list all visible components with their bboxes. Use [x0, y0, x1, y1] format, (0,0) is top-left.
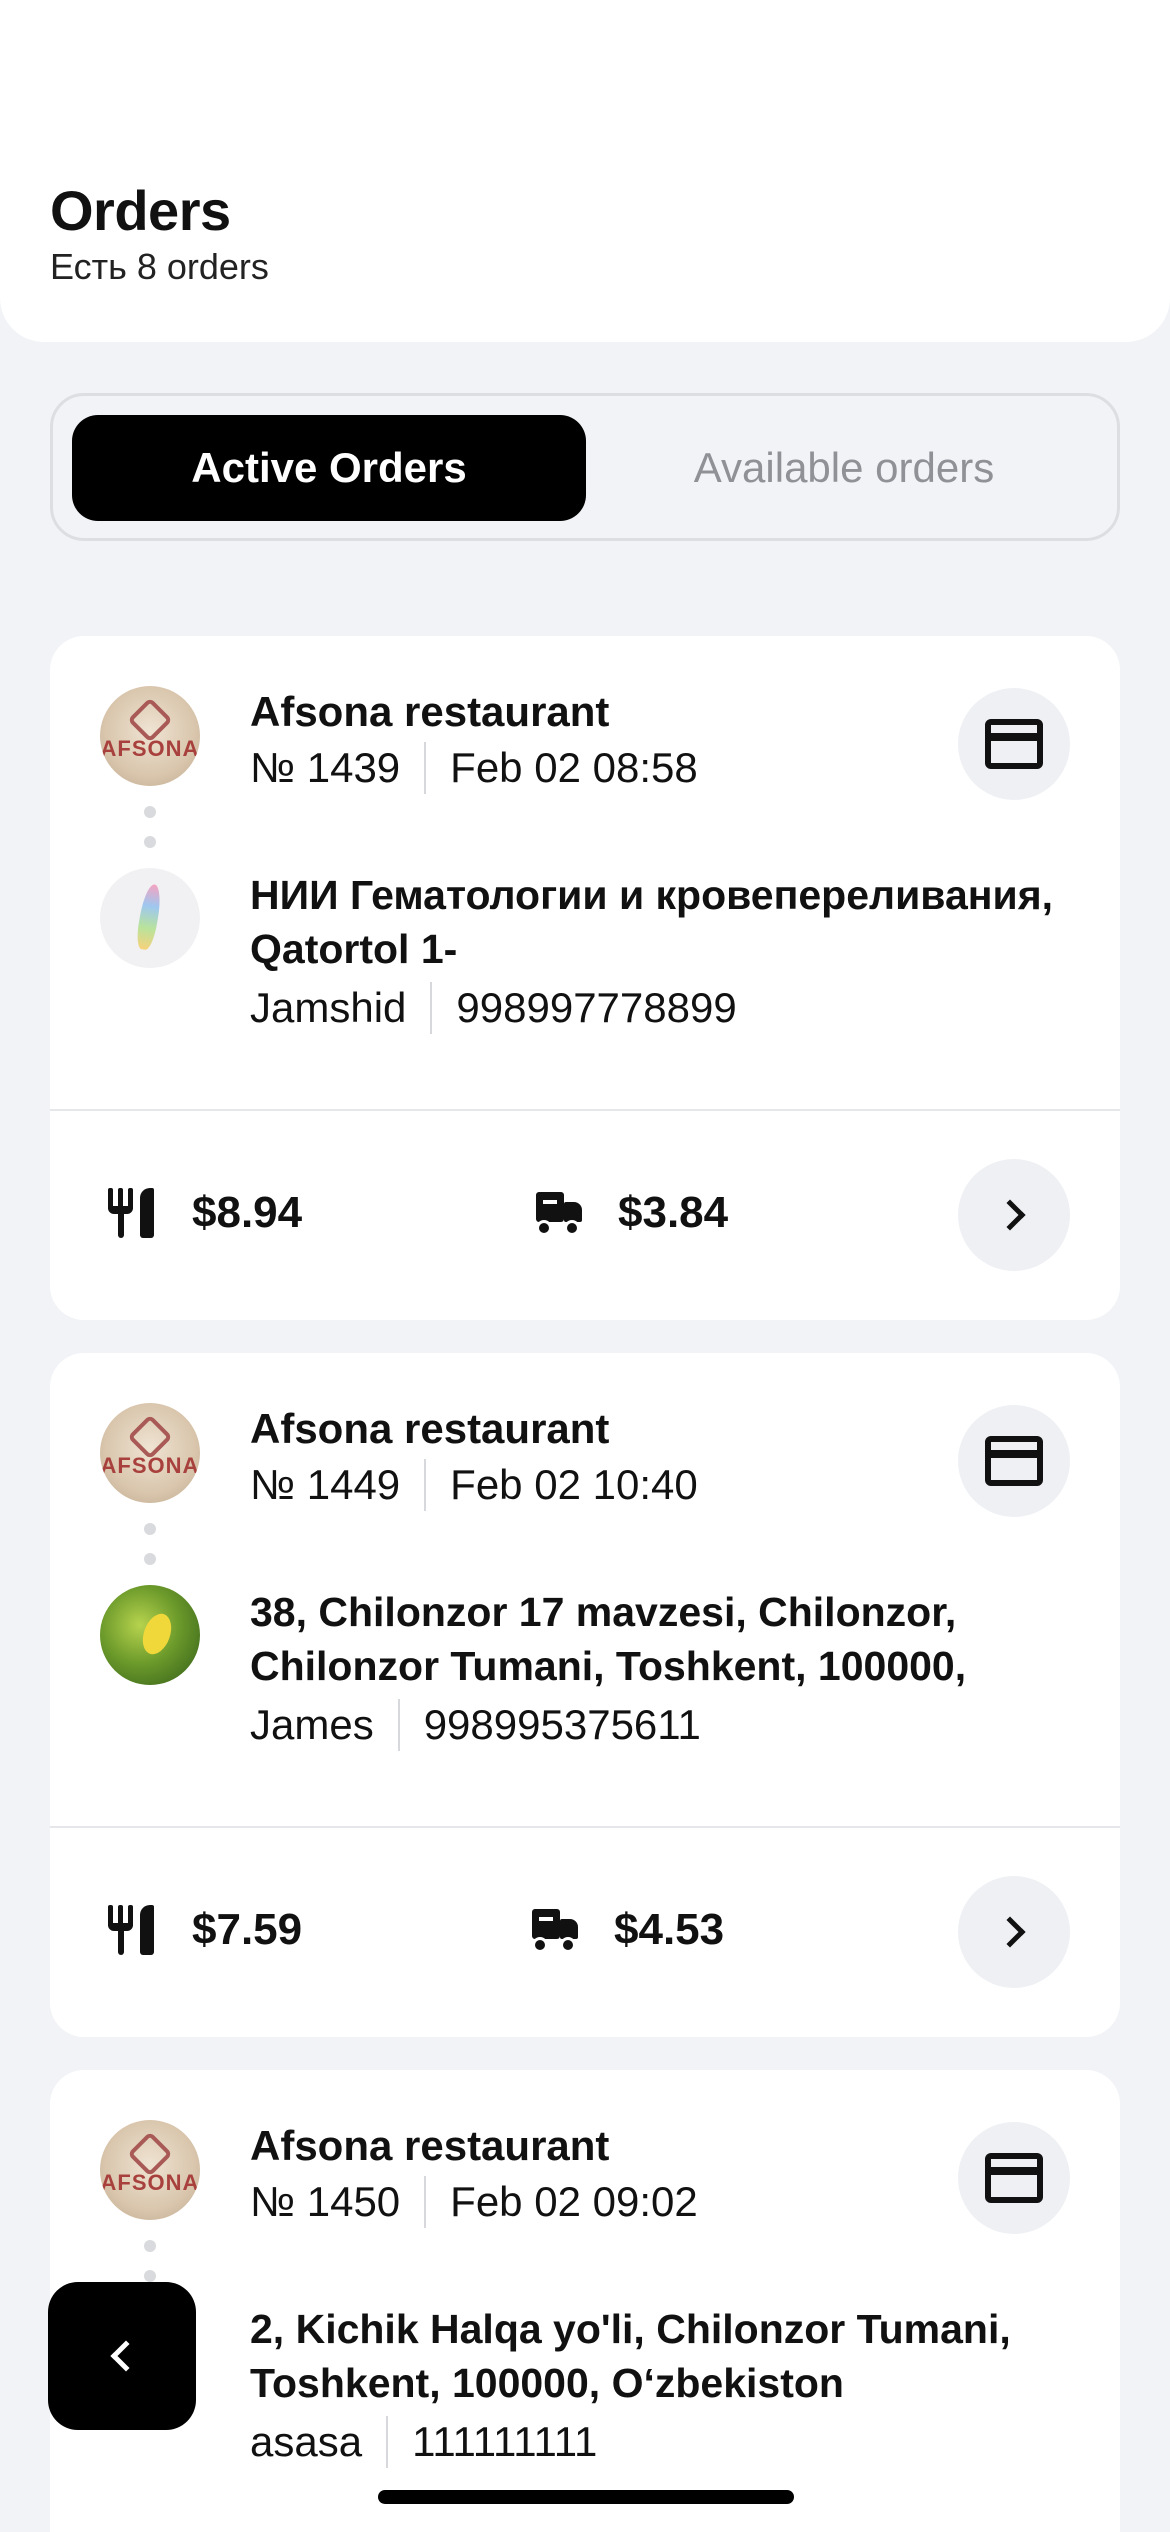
tab-active-orders[interactable]: Active Orders: [72, 415, 586, 521]
order-meta: № 1449 Feb 02 10:40: [250, 1459, 698, 1511]
restaurant-name: Afsona restaurant: [250, 1405, 610, 1452]
tab-available-orders[interactable]: Available orders: [587, 415, 1101, 521]
food-price: $7.59: [108, 1905, 302, 1955]
customer-name: James: [250, 1701, 374, 1748]
delivery-price: $3.84: [534, 1188, 728, 1238]
restaurant-avatar: AFSONA: [100, 2120, 200, 2220]
order-meta: № 1450 Feb 02 09:02: [250, 2176, 698, 2228]
delivery-price: $4.53: [530, 1905, 724, 1955]
page-title: Orders: [50, 179, 231, 242]
credit-card-icon: [985, 2153, 1043, 2203]
orders-tab-switcher: Active Orders Available orders: [50, 393, 1120, 541]
order-number: № 1449: [250, 1461, 401, 1508]
payment-card-button[interactable]: [958, 1405, 1070, 1517]
order-datetime: Feb 02 10:40: [450, 1461, 698, 1508]
food-price: $8.94: [108, 1188, 302, 1238]
chevron-right-icon: [994, 1916, 1026, 1948]
customer-phone: 998995375611: [423, 1701, 701, 1748]
open-order-button[interactable]: [958, 1876, 1070, 1988]
order-card[interactable]: AFSONA Afsona restaurant № 1449 Feb 02 1…: [50, 1353, 1120, 2037]
delivery-address: НИИ Гематологии и кровепереливания, Qato…: [250, 872, 1054, 972]
orders-count: Есть 8 orders: [50, 246, 269, 287]
order-datetime: Feb 02 09:02: [450, 2178, 698, 2225]
restaurant-name: Afsona restaurant: [250, 688, 610, 735]
credit-card-icon: [985, 1436, 1043, 1486]
back-button[interactable]: [48, 2282, 196, 2430]
fork-knife-icon: [108, 1905, 158, 1955]
customer-contact: Jamshid 998997778899: [250, 982, 737, 1034]
customer-phone: 111111111: [412, 2418, 598, 2465]
order-meta: № 1439 Feb 02 08:58: [250, 742, 698, 794]
chevron-right-icon: [994, 1199, 1026, 1231]
restaurant-name: Afsona restaurant: [250, 2122, 610, 2169]
open-order-button[interactable]: [958, 1159, 1070, 1271]
fork-knife-icon: [108, 1188, 158, 1238]
restaurant-avatar: AFSONA: [100, 1403, 200, 1503]
payment-card-button[interactable]: [958, 2122, 1070, 2234]
customer-contact: asasa 111111111: [250, 2416, 597, 2468]
customer-name: Jamshid: [250, 984, 407, 1031]
delivery-truck-icon: [530, 1905, 580, 1955]
delivery-address: 38, Chilonzor 17 mavzesi, Chilonzor, Chi…: [250, 1589, 967, 1689]
destination-avatar: [100, 1585, 200, 1685]
order-number: № 1450: [250, 2178, 401, 2225]
order-card[interactable]: AFSONA Afsona restaurant № 1450 Feb 02 0…: [50, 2070, 1120, 2532]
restaurant-avatar: AFSONA: [100, 686, 200, 786]
home-indicator: [378, 2490, 794, 2504]
destination-avatar: [100, 868, 200, 968]
order-card[interactable]: AFSONA Afsona restaurant № 1439 Feb 02 0…: [50, 636, 1120, 1320]
customer-phone: 998997778899: [456, 984, 737, 1031]
header: Orders Есть 8 orders: [0, 0, 1170, 342]
credit-card-icon: [985, 719, 1043, 769]
payment-card-button[interactable]: [958, 688, 1070, 800]
delivery-truck-icon: [534, 1188, 584, 1238]
customer-contact: James 998995375611: [250, 1699, 701, 1751]
order-number: № 1439: [250, 744, 401, 791]
delivery-address: 2, Kichik Halqa yo'li, Chilonzor Tumani,…: [250, 2306, 1011, 2406]
customer-name: asasa: [250, 2418, 363, 2465]
chevron-left-icon: [110, 2340, 142, 2372]
order-datetime: Feb 02 08:58: [450, 744, 698, 791]
